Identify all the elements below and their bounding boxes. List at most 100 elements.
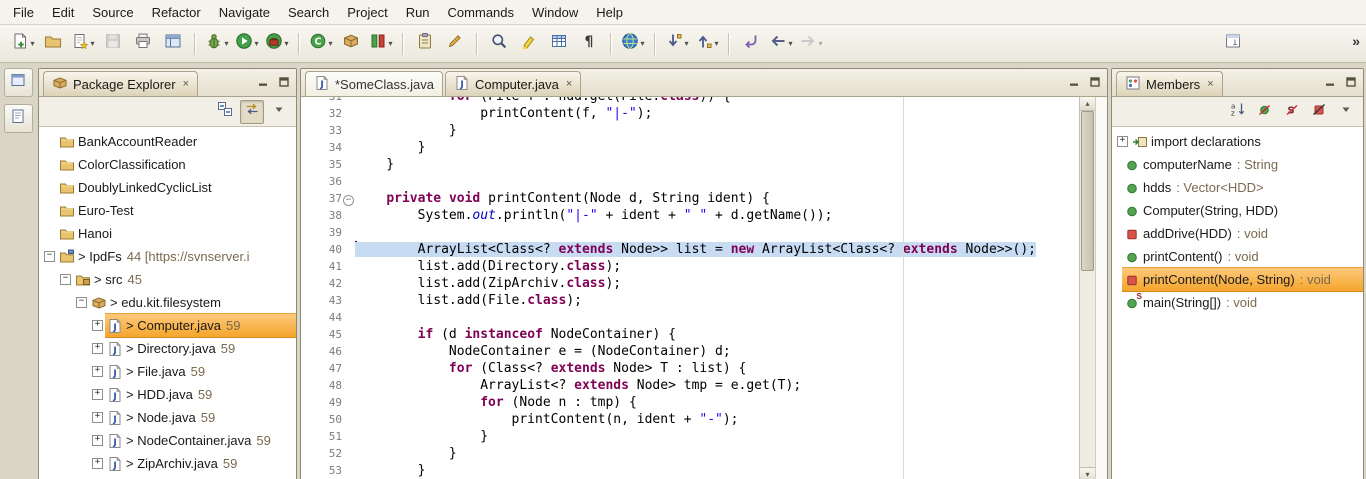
tree-item-src[interactable]: −> src45	[39, 268, 296, 291]
annotation-ruler[interactable]	[301, 394, 311, 411]
member-item-computername[interactable]: computerName: String	[1112, 153, 1363, 176]
menu-search[interactable]: Search	[279, 2, 338, 23]
tree-item-colorclassification[interactable]: ColorClassification	[39, 153, 296, 176]
editor-tab-computer-java[interactable]: JComputer.java×	[445, 71, 581, 96]
gutter-line-40[interactable]: 40	[301, 241, 355, 258]
expand-icon[interactable]: +	[90, 320, 105, 331]
code-text[interactable]: printContent(f, "|-");	[355, 105, 652, 122]
member-item-import-declarations[interactable]: +import declarations	[1112, 130, 1363, 153]
menu-commands[interactable]: Commands	[439, 2, 523, 23]
code-text[interactable]: System.out.println("|-" + ident + " " + …	[355, 207, 832, 224]
gutter-line-41[interactable]: 41	[301, 258, 355, 275]
annotate-button[interactable]	[440, 30, 470, 58]
gutter-line-31[interactable]: 31	[301, 97, 355, 105]
new-project-button[interactable]	[38, 30, 68, 58]
annotation-ruler[interactable]	[301, 445, 311, 462]
code-text[interactable]: }	[355, 156, 394, 173]
pin-editor-button[interactable]	[1218, 30, 1248, 58]
annotation-ruler[interactable]	[301, 462, 311, 479]
code-text[interactable]: list.add(ZipArchiv.class);	[355, 275, 621, 292]
back-button[interactable]: ▾	[766, 30, 796, 58]
minimized-view-1-button[interactable]	[4, 68, 33, 97]
code-line-44[interactable]: 44	[301, 309, 1079, 326]
code-editor[interactable]: 31 for (File f : hdd.get(File.class)) { 3…	[301, 97, 1107, 479]
gutter-line-45[interactable]: 45	[301, 326, 355, 343]
tree-item-hdd-java[interactable]: +J> HDD.java59	[39, 383, 296, 406]
tree-item-node-java[interactable]: +J> Node.java59	[39, 406, 296, 429]
dropdown-arrow-icon[interactable]: ▾	[90, 39, 94, 48]
members-tab[interactable]: Members ×	[1116, 71, 1223, 96]
code-line-37[interactable]: 37− private void printContent(Node d, St…	[301, 190, 1079, 207]
gutter-line-49[interactable]: 49	[301, 394, 355, 411]
menu-project[interactable]: Project	[338, 2, 396, 23]
close-view-icon[interactable]: ×	[183, 78, 189, 90]
show-table-button[interactable]	[544, 30, 574, 58]
collapse-icon[interactable]: −	[74, 297, 89, 308]
code-text[interactable]: ArrayList<Class<? extends Node>> list = …	[355, 241, 1036, 258]
code-line-40[interactable]: 40 ArrayList<Class<? extends Node>> list…	[301, 241, 1079, 258]
code-text[interactable]: for (File f : hdd.get(File.class)) {	[355, 97, 731, 105]
tree-item-directory-java[interactable]: +J> Directory.java59	[39, 337, 296, 360]
code-line-45[interactable]: 45 if (d instanceof NodeContainer) {	[301, 326, 1079, 343]
member-item-printcontent[interactable]: printContent(): void	[1112, 245, 1363, 268]
forward-button[interactable]: ▾	[796, 30, 826, 58]
hide-nonpublic-button[interactable]	[1307, 100, 1331, 124]
tree-item-doublylinkedcycliclist[interactable]: DoublyLinkedCyclicList	[39, 176, 296, 199]
gutter-line-35[interactable]: 35	[301, 156, 355, 173]
new-button[interactable]: ▾	[8, 30, 38, 58]
annotation-ruler[interactable]	[301, 360, 311, 377]
gutter-line-51[interactable]: 51	[301, 428, 355, 445]
gutter-line-42[interactable]: 42	[301, 275, 355, 292]
code-line-53[interactable]: 53 }	[301, 462, 1079, 479]
menu-help[interactable]: Help	[587, 2, 632, 23]
code-line-46[interactable]: 46 NodeContainer e = (NodeContainer) d;	[301, 343, 1079, 360]
sort-button[interactable]: az	[1226, 100, 1250, 124]
member-item-adddrive-hdd[interactable]: addDrive(HDD): void	[1112, 222, 1363, 245]
new-package-button[interactable]	[336, 30, 366, 58]
open-task-button[interactable]	[410, 30, 440, 58]
editor-tab-someclass-java[interactable]: J*SomeClass.java	[305, 71, 443, 96]
maximize-button[interactable]	[276, 74, 292, 90]
run-button[interactable]: ▾	[232, 30, 262, 58]
code-text[interactable]: }	[355, 122, 457, 139]
code-line-34[interactable]: 34 }	[301, 139, 1079, 156]
gutter-line-43[interactable]: 43	[301, 292, 355, 309]
package-explorer-tab[interactable]: Package Explorer ×	[43, 71, 198, 96]
dropdown-arrow-icon[interactable]: ▾	[254, 39, 258, 48]
code-line-47[interactable]: 47 for (Class<? extends Node> T : list) …	[301, 360, 1079, 377]
members-list[interactable]: +import declarationscomputerName: String…	[1112, 127, 1363, 479]
next-annotation-button[interactable]: ▾	[662, 30, 692, 58]
gutter-line-44[interactable]: 44	[301, 309, 355, 326]
dropdown-arrow-icon[interactable]: ▾	[284, 39, 288, 48]
code-text[interactable]: private void printContent(Node d, String…	[355, 190, 770, 207]
member-item-computer-string-hdd[interactable]: Computer(String, HDD)	[1112, 199, 1363, 222]
expand-icon[interactable]: +	[90, 412, 105, 423]
menu-source[interactable]: Source	[83, 2, 142, 23]
gutter-line-39[interactable]: 39	[301, 224, 355, 241]
annotation-ruler[interactable]	[301, 258, 311, 275]
code-text[interactable]: }	[355, 428, 488, 445]
last-edit-location-button[interactable]	[736, 30, 766, 58]
tree-item-euro-test[interactable]: Euro-Test	[39, 199, 296, 222]
code-text[interactable]: ArrayList<? extends Node> tmp = e.get(T)…	[355, 377, 801, 394]
gutter-line-33[interactable]: 33	[301, 122, 355, 139]
mark-occurrences-button[interactable]	[514, 30, 544, 58]
menu-window[interactable]: Window	[523, 2, 587, 23]
code-text[interactable]: for (Node n : tmp) {	[355, 394, 637, 411]
gutter-line-37[interactable]: 37−	[301, 190, 355, 207]
annotation-ruler[interactable]	[301, 97, 311, 105]
scroll-down-icon[interactable]: ▾	[1080, 467, 1095, 479]
gutter-line-52[interactable]: 52	[301, 445, 355, 462]
scroll-up-icon[interactable]: ▴	[1080, 97, 1095, 111]
expand-icon[interactable]: +	[90, 366, 105, 377]
expand-icon[interactable]: +	[1115, 136, 1130, 147]
expand-icon[interactable]: +	[90, 389, 105, 400]
gutter-line-36[interactable]: 36	[301, 173, 355, 190]
search-button[interactable]	[484, 30, 514, 58]
tree-item-ziparchiv-java[interactable]: +J> ZipArchiv.java59	[39, 452, 296, 475]
menu-file[interactable]: File	[4, 2, 43, 23]
code-line-51[interactable]: 51 }	[301, 428, 1079, 445]
menu-run[interactable]: Run	[397, 2, 439, 23]
close-tab-icon[interactable]: ×	[566, 78, 572, 90]
annotation-ruler[interactable]	[301, 309, 311, 326]
